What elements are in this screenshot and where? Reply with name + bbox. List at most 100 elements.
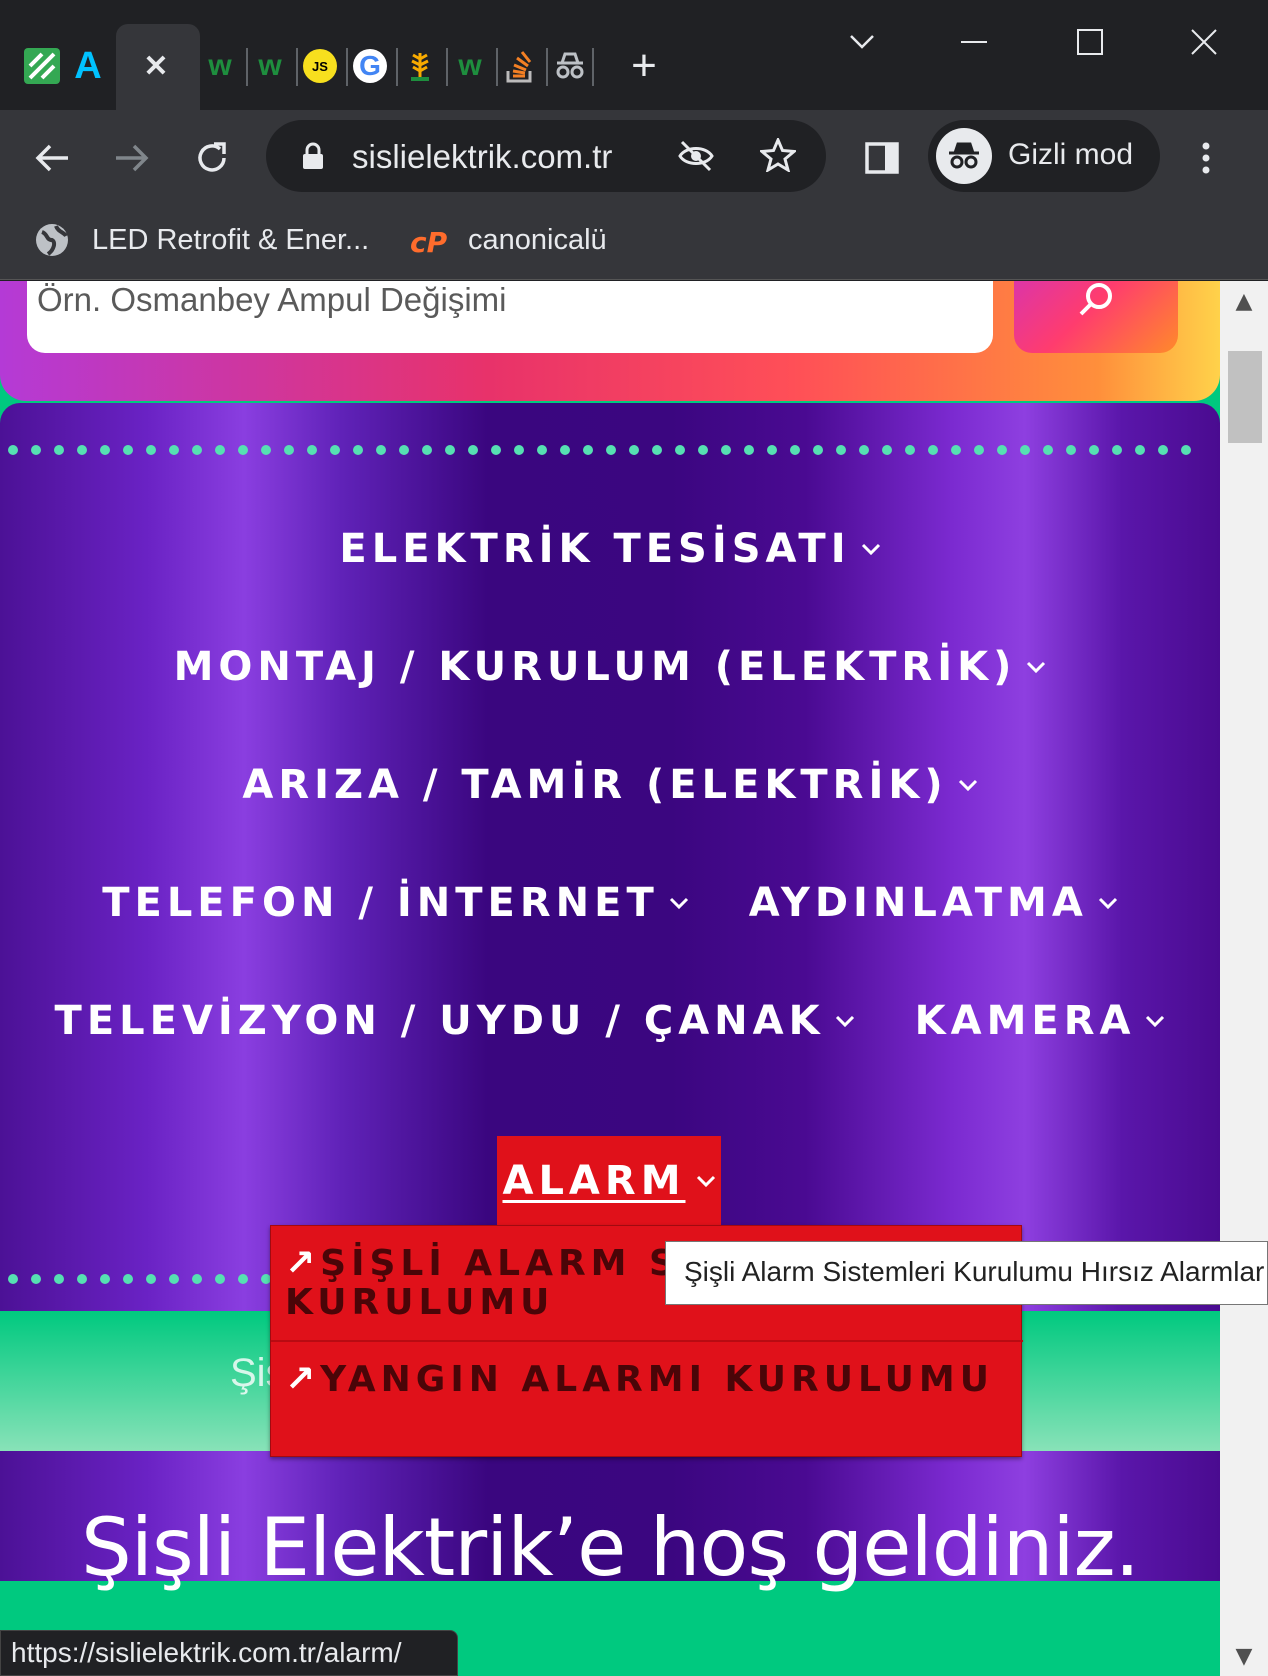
- chevron-down-icon[interactable]: [958, 775, 978, 795]
- nav-item-alarm[interactable]: ALARM: [497, 1136, 721, 1226]
- tab-separator: [546, 48, 548, 86]
- border-dot: [8, 1274, 18, 1284]
- stackoverflow-favicon-icon[interactable]: [500, 44, 540, 88]
- chevron-down-icon[interactable]: [696, 1171, 716, 1191]
- tab-separator: [296, 48, 298, 86]
- bookmark-star-icon[interactable]: [758, 136, 798, 176]
- scroll-down-arrow-icon[interactable]: ▼: [1220, 1636, 1268, 1676]
- border-dot: [261, 445, 271, 455]
- border-dot: [54, 445, 64, 455]
- back-icon[interactable]: [26, 132, 78, 184]
- submenu-item-yangin-alarmi[interactable]: ↗YANGIN ALARMI KURULUMU: [271, 1342, 1023, 1458]
- new-tab-icon[interactable]: +: [624, 41, 664, 90]
- close-window-icon[interactable]: [1174, 20, 1234, 64]
- menu-kebab-icon[interactable]: [1180, 132, 1232, 184]
- border-dot: [583, 445, 593, 455]
- incognito-badge[interactable]: Gizli mod: [928, 120, 1160, 192]
- nav-row: TELEVİZYON / UYDU / ÇANAK KAMERA: [0, 998, 1220, 1044]
- border-dot: [905, 445, 915, 455]
- border-dot: [192, 445, 202, 455]
- nav-item-label[interactable]: TELEFON / İNTERNET: [102, 880, 659, 926]
- forward-icon[interactable]: [106, 132, 158, 184]
- w-favicon-icon[interactable]: w: [450, 44, 490, 88]
- border-dot: [146, 445, 156, 455]
- incognito-favicon-icon[interactable]: [550, 44, 590, 88]
- chevron-down-icon[interactable]: [1145, 1011, 1165, 1031]
- svg-text:cP: cP: [410, 226, 448, 256]
- border-dot: [951, 445, 961, 455]
- nav-row: ELEKTRİK TESİSATI: [0, 526, 1220, 572]
- nav-item-aydinlatma[interactable]: AYDINLATMA: [749, 880, 1118, 926]
- minimize-icon[interactable]: [944, 20, 1004, 64]
- bookmarks-bar: LED Retrofit & Ener... cP canonicalü: [0, 204, 1268, 280]
- side-panel-icon[interactable]: [856, 132, 908, 184]
- nav-item-label[interactable]: MONTAJ / KURULUM (ELEKTRİK): [174, 644, 1017, 690]
- reload-icon[interactable]: [186, 132, 238, 184]
- border-dot: [330, 445, 340, 455]
- nav-item-label[interactable]: AYDINLATMA: [749, 880, 1088, 926]
- nav-item-label[interactable]: ELEKTRİK TESİSATI: [339, 526, 850, 572]
- address-bar[interactable]: sislielektrik.com.tr: [266, 120, 826, 192]
- border-dot: [836, 445, 846, 455]
- wheat-favicon-icon[interactable]: [400, 44, 440, 88]
- tab-search-icon[interactable]: [832, 20, 892, 64]
- border-dot: [445, 445, 455, 455]
- border-dot: [468, 445, 478, 455]
- w-favicon-icon[interactable]: w: [250, 44, 290, 88]
- border-dot: [215, 1274, 225, 1284]
- nav-item-ariza-tamir[interactable]: ARIZA / TAMİR (ELEKTRİK): [242, 762, 977, 808]
- submenu-item-label[interactable]: ↗YANGIN ALARMI KURULUMU: [285, 1360, 1005, 1399]
- close-tab-icon[interactable]: ✕: [136, 44, 176, 88]
- chevron-down-icon[interactable]: [861, 539, 881, 559]
- bookmark-led-retrofit[interactable]: LED Retrofit & Ener...: [92, 224, 369, 257]
- bookmark-canonical[interactable]: canonicalü: [468, 224, 607, 257]
- border-dot: [698, 445, 708, 455]
- nav-item-elektrik-tesisati[interactable]: ELEKTRİK TESİSATI: [339, 526, 880, 572]
- url-text[interactable]: sislielektrik.com.tr: [352, 138, 612, 176]
- chevron-down-icon[interactable]: [1026, 657, 1046, 677]
- w-favicon-icon[interactable]: w: [200, 44, 240, 88]
- nav-item-label[interactable]: TELEVİZYON / UYDU / ÇANAK: [55, 998, 825, 1044]
- tab-separator: [496, 48, 498, 86]
- border-dot: [215, 445, 225, 455]
- border-dot: [997, 445, 1007, 455]
- border-dot: [928, 445, 938, 455]
- scroll-thumb[interactable]: [1228, 351, 1262, 443]
- page-viewport: ELEKTRİK TESİSATI MONTAJ / KURULUM (ELEK…: [0, 281, 1220, 1676]
- nav-row: MONTAJ / KURULUM (ELEKTRİK): [0, 644, 1220, 690]
- tracking-protection-icon[interactable]: [678, 140, 714, 176]
- nav-item-label[interactable]: ARIZA / TAMİR (ELEKTRİK): [242, 762, 947, 808]
- border-dot: [790, 445, 800, 455]
- border-dot: [491, 445, 501, 455]
- scroll-up-arrow-icon[interactable]: ▲: [1220, 281, 1268, 321]
- nav-item-televizyon-uydu[interactable]: TELEVİZYON / UYDU / ÇANAK: [55, 998, 855, 1044]
- search-input[interactable]: [37, 281, 937, 319]
- search-button[interactable]: [1014, 281, 1178, 353]
- maximize-icon[interactable]: [1060, 20, 1120, 64]
- incognito-icon: [936, 128, 992, 184]
- lock-icon[interactable]: [302, 142, 324, 174]
- border-dot: [974, 445, 984, 455]
- spreadsheet-favicon-icon[interactable]: [22, 44, 62, 88]
- nav-item-kamera[interactable]: KAMERA: [915, 998, 1166, 1044]
- status-bar-url: https://sislielektrik.com.tr/alarm/: [0, 1630, 458, 1676]
- border-dot: [376, 445, 386, 455]
- chevron-down-icon[interactable]: [835, 1011, 855, 1031]
- border-dot: [123, 445, 133, 455]
- chevron-down-icon[interactable]: [1098, 893, 1118, 913]
- chevron-down-icon[interactable]: [669, 893, 689, 913]
- nav-item-montaj-kurulum[interactable]: MONTAJ / KURULUM (ELEKTRİK): [174, 644, 1047, 690]
- border-dot: [813, 445, 823, 455]
- tab-separator: [592, 48, 594, 86]
- js-favicon-icon[interactable]: JS: [300, 44, 340, 88]
- cpanel-icon: cP: [410, 226, 450, 260]
- nav-item-label[interactable]: KAMERA: [915, 998, 1136, 1044]
- google-favicon-icon[interactable]: G: [350, 44, 390, 88]
- nav-item-telefon-internet[interactable]: TELEFON / İNTERNET: [102, 880, 689, 926]
- border-dot: [1135, 445, 1145, 455]
- border-dot: [146, 1274, 156, 1284]
- vertical-scrollbar[interactable]: ▲ ▼: [1220, 281, 1268, 1676]
- nav-item-alarm-label[interactable]: ALARM: [502, 1158, 685, 1204]
- search-box: [27, 281, 993, 353]
- arc-a-favicon-icon[interactable]: A: [68, 44, 108, 88]
